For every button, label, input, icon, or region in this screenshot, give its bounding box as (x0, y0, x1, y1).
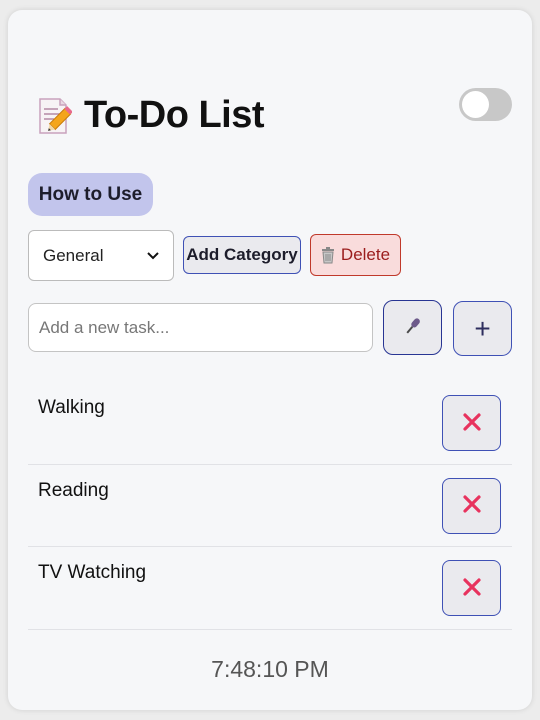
list-item: Walking (28, 382, 512, 465)
list-item: Reading (28, 465, 512, 547)
chevron-down-icon (147, 249, 159, 263)
toggle-knob (462, 91, 489, 118)
trash-icon (321, 246, 335, 264)
voice-input-button[interactable] (383, 300, 442, 355)
close-icon (462, 412, 482, 435)
close-icon (462, 577, 482, 600)
add-task-button[interactable]: + (453, 301, 512, 356)
remove-task-button[interactable] (442, 477, 501, 534)
task-text: TV Watching (38, 562, 147, 583)
category-selected-value: General (43, 245, 104, 265)
how-to-use-button[interactable]: How to Use (28, 173, 153, 216)
todo-card: To-Do List How to Use General Add Catego… (8, 10, 532, 710)
remove-task-button[interactable] (442, 395, 501, 451)
task-text: Walking (38, 397, 105, 418)
clock-display: 7:48:10 PM (211, 656, 329, 682)
microphone-icon (404, 316, 422, 339)
task-list: Walking Reading TV Watching (28, 382, 512, 630)
dark-mode-toggle[interactable] (459, 88, 512, 121)
memo-icon (36, 95, 73, 137)
app-header: To-Do List (36, 94, 265, 137)
close-icon (462, 494, 482, 517)
new-task-input[interactable] (28, 303, 373, 352)
delete-category-button[interactable]: Delete (310, 234, 401, 276)
category-select[interactable]: General (28, 230, 174, 281)
list-item: TV Watching (28, 547, 512, 630)
delete-category-label: Delete (340, 245, 391, 264)
remove-task-button[interactable] (442, 560, 501, 616)
page-title: To-Do List (84, 94, 265, 136)
task-text: Reading (38, 479, 109, 501)
add-category-button[interactable]: Add Category (183, 236, 301, 274)
